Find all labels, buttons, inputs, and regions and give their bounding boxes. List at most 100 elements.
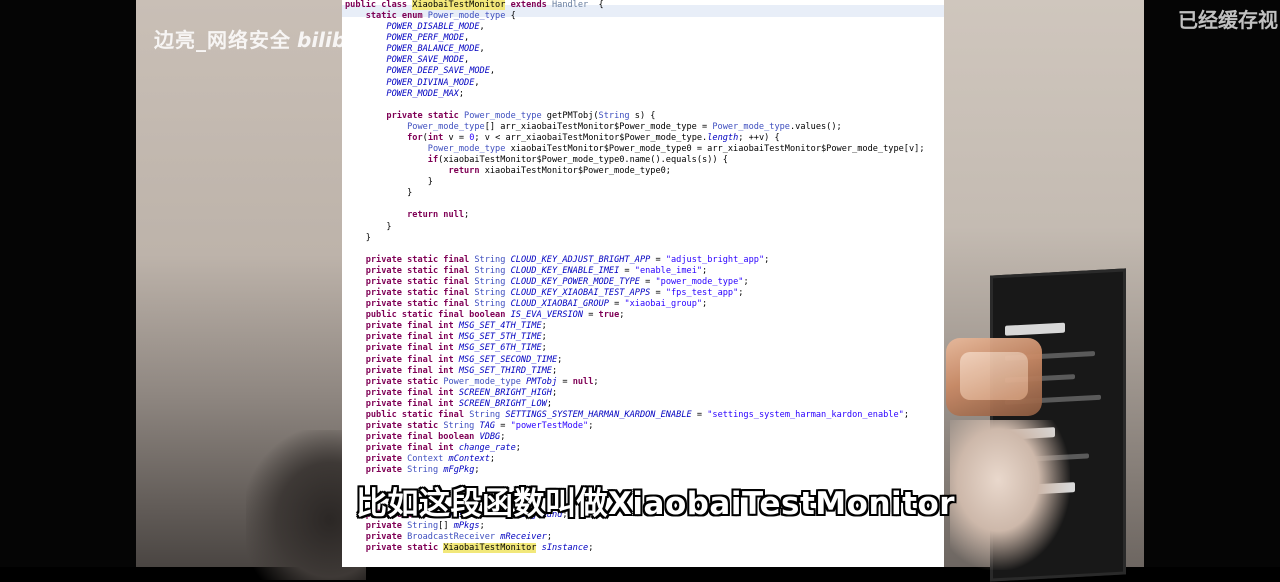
code-line: private final int SCREEN_BRIGHT_LOW; [345, 399, 925, 410]
letterbox-left [0, 0, 136, 567]
code-token: } [345, 177, 433, 188]
code-line: POWER_DISABLE_MODE, [345, 22, 925, 33]
channel-watermark: 边亮_网络安全 bilibili [154, 24, 367, 53]
code-token: [] arr_xiaobaiTestMonitor$Power_mode_typ… [484, 121, 713, 132]
code-token: TAG [479, 420, 496, 431]
code-token: ; [500, 432, 506, 443]
code-token: change_rate [458, 443, 516, 454]
code-line: } [345, 177, 925, 188]
code-line: public static final boolean IS_EVA_VERSI… [345, 310, 925, 321]
code-token: , [464, 55, 470, 66]
code-token: true [598, 310, 620, 321]
code-line: static enum Power_mode_type { [345, 11, 925, 22]
code-token: mFgPkg [443, 465, 475, 476]
code-token: String [598, 110, 630, 121]
code-token: private final int [365, 365, 459, 376]
code-token: = [691, 409, 708, 420]
code-token: PMTobj [526, 376, 558, 387]
code-token: Context [407, 454, 444, 465]
code-token: private static final [365, 265, 475, 276]
channel-name: 边亮_网络安全 [154, 28, 291, 52]
code-token: private final boolean [365, 432, 480, 443]
code-token: = [639, 276, 656, 287]
code-token: ; [541, 343, 547, 354]
code-token: "fps_test_app" [665, 288, 739, 299]
code-token: "enable_imei" [634, 265, 703, 276]
code-token: , [479, 22, 485, 33]
code-line: Power_mode_type[] arr_xiaobaiTestMonitor… [345, 122, 925, 133]
code-token: ; v < arr_xiaobaiTestMonitor$Power_mode_… [474, 132, 708, 143]
code-token: ; [702, 299, 708, 310]
code-token: XiaobaiTestMonitor [443, 542, 537, 553]
code-token: ; [458, 88, 465, 99]
code-token: MSG_SET_SECOND_TIME [458, 354, 558, 365]
code-token: ; [546, 531, 553, 542]
code-token: int [427, 132, 444, 143]
code-token: = [495, 420, 511, 431]
code-line: private final int MSG_SET_SECOND_TIME; [345, 355, 925, 366]
code-line: public class XiaobaiTestMonitor extends … [345, 0, 925, 11]
code-line: private final int MSG_SET_6TH_TIME; [345, 343, 925, 354]
code-token: ; [515, 443, 521, 454]
code-token: Power_mode_type [464, 110, 542, 121]
code-token: xiaobaiTestMonitor$Power_mode_type0 = ar… [505, 144, 925, 155]
code-line: private final int MSG_SET_4TH_TIME; [345, 321, 925, 332]
code-token: ; [557, 354, 563, 365]
code-line: POWER_PERF_MODE, [345, 33, 925, 44]
code-line: private final int SCREEN_BRIGHT_HIGH; [345, 388, 925, 399]
code-token: Handler [551, 0, 589, 10]
code-token: v = [443, 132, 470, 143]
code-token: "powerTestMode" [510, 420, 589, 431]
code-token: length [707, 132, 739, 143]
code-token: } [345, 232, 371, 243]
code-token: ; [489, 454, 496, 465]
code-token: .values(); [789, 121, 842, 132]
code-token: = [557, 376, 573, 387]
code-token: POWER_PERF_MODE [386, 33, 465, 44]
code-token: ; [474, 465, 480, 476]
code-line: private static final String CLOUD_XIAOBA… [345, 299, 925, 310]
background-wall-left [136, 0, 366, 580]
code-token: ; [764, 254, 770, 265]
code-token: BroadcastReceiver [407, 531, 496, 542]
code-line: POWER_BALANCE_MODE, [345, 44, 925, 55]
code-token: MSG_SET_6TH_TIME [458, 343, 542, 354]
letterbox-right [1144, 0, 1280, 567]
code-token: ; ++v) { [738, 132, 780, 143]
code-token: private static [365, 420, 444, 431]
code-token: mReceiver [500, 531, 547, 542]
code-token: = [650, 254, 666, 265]
code-token: public static final [365, 409, 470, 420]
code-token: getPMTobj( [541, 110, 599, 121]
code-token: { [505, 11, 516, 22]
code-token: (xiaobaiTestMonitor$Power_mode_type0.nam… [438, 155, 728, 166]
code-token: ; [588, 420, 594, 431]
code-token: Power_mode_type [427, 11, 506, 22]
code-line: private final int change_rate; [345, 443, 925, 454]
code-token: private final int [365, 321, 459, 332]
code-token: = [650, 288, 666, 299]
code-token: { [588, 0, 604, 10]
code-token: for [407, 132, 423, 143]
code-line: Power_mode_type xiaobaiTestMonitor$Power… [345, 144, 925, 155]
code-token: private [365, 465, 408, 476]
code-token: Power_mode_type [427, 144, 506, 155]
code-token: private static final [365, 299, 475, 310]
code-token: String [443, 420, 475, 431]
